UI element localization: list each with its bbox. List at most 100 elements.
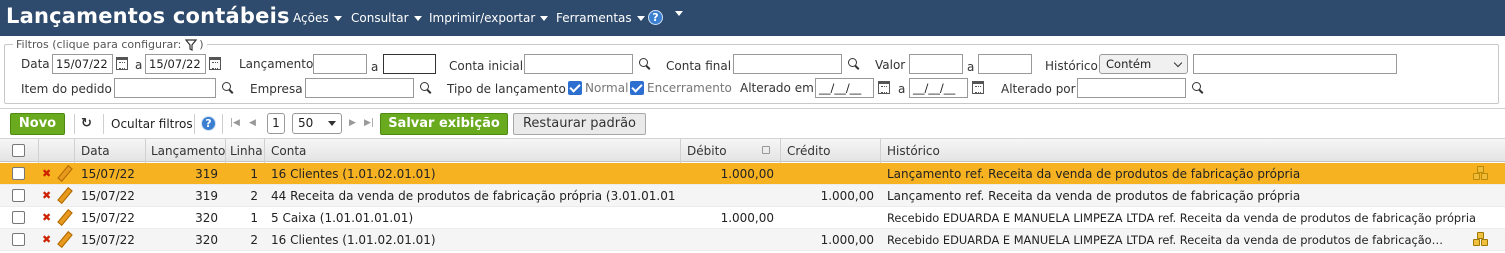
edit-pencil-icon[interactable] — [56, 209, 70, 225]
hide-filters-button[interactable]: Ocultar filtros — [111, 117, 193, 131]
col-header-historico[interactable]: Histórico — [887, 144, 940, 158]
cell-data: 15/07/22 — [81, 189, 135, 203]
cell-debito: 1.000,00 — [720, 167, 774, 181]
data-from-input[interactable]: 15/07/22 — [52, 54, 113, 74]
alterado-por-input[interactable] — [1077, 78, 1186, 98]
refresh-icon[interactable]: ↻ — [81, 116, 92, 131]
column-divider — [145, 139, 146, 163]
menu-ferramentas[interactable]: Ferramentas — [556, 11, 645, 25]
row-checkbox[interactable] — [12, 167, 25, 180]
row-checkbox[interactable] — [12, 233, 25, 246]
attachments-icon[interactable] — [1473, 166, 1489, 181]
table-row[interactable]: ✖ 15/07/22 319 2 44 Receita da venda de … — [0, 185, 1505, 207]
col-header-lancamento[interactable]: Lançamento — [151, 144, 225, 158]
empresa-label: Empresa — [250, 82, 303, 96]
help-menu[interactable]: ? — [648, 10, 663, 25]
historico-mode-select[interactable]: Contém — [1099, 54, 1188, 74]
col-header-conta[interactable]: Conta — [271, 144, 306, 158]
menu-imprimir-exportar[interactable]: Imprimir/exportar — [429, 11, 549, 25]
alterado-em-sep-label: a — [898, 82, 906, 96]
column-divider — [74, 139, 75, 163]
restore-default-button[interactable]: Restaurar padrão — [513, 113, 646, 135]
caret-down-icon — [675, 11, 683, 16]
filters-legend-label: Filtros (clique para configurar: — [16, 38, 182, 51]
search-icon[interactable] — [848, 58, 860, 71]
new-button[interactable]: Novo — [10, 113, 65, 135]
row-checkbox[interactable] — [12, 189, 25, 202]
column-divider — [680, 139, 681, 163]
menu-acoes[interactable]: Ações — [293, 11, 342, 25]
next-page-icon[interactable]: ▶ — [349, 118, 356, 128]
search-icon[interactable] — [420, 82, 432, 95]
cell-data: 15/07/22 — [81, 233, 135, 247]
column-divider — [225, 139, 226, 163]
cell-linha: 1 — [250, 167, 258, 181]
page-size-select[interactable]: 50 — [292, 113, 342, 134]
search-icon[interactable] — [639, 58, 651, 71]
delete-icon[interactable]: ✖ — [42, 189, 51, 202]
filters-legend[interactable]: Filtros (clique para configurar: ) — [13, 38, 207, 51]
search-icon[interactable] — [1192, 82, 1204, 95]
data-to-input[interactable]: 15/07/22 — [145, 54, 206, 74]
row-checkbox[interactable] — [12, 211, 25, 224]
save-view-button[interactable]: Salvar exibição — [380, 113, 508, 135]
empresa-input[interactable] — [305, 78, 414, 98]
edit-pencil-icon[interactable] — [56, 231, 70, 247]
conta-final-input[interactable] — [733, 54, 842, 74]
caret-down-icon — [413, 15, 422, 21]
historico-input[interactable] — [1193, 54, 1397, 74]
col-header-credito[interactable]: Crédito — [787, 144, 830, 158]
valor-label: Valor — [875, 58, 906, 72]
prev-page-icon[interactable]: ◀ — [249, 118, 256, 128]
item-pedido-input[interactable] — [114, 78, 216, 98]
menu-consultar[interactable]: Consultar — [351, 11, 422, 25]
cell-lancamento: 319 — [195, 189, 218, 203]
col-header-data[interactable]: Data — [81, 144, 110, 158]
cell-linha: 2 — [250, 189, 258, 203]
cell-credito: 1.000,00 — [820, 233, 874, 247]
last-page-icon[interactable]: ▶| — [364, 118, 374, 128]
extra-menu[interactable] — [670, 11, 683, 16]
valor-to-input[interactable] — [978, 54, 1032, 74]
edit-pencil-icon[interactable] — [56, 187, 70, 203]
edit-pencil-icon[interactable] — [56, 165, 70, 181]
help-icon[interactable]: ? — [201, 116, 216, 131]
help-icon: ? — [648, 10, 663, 25]
tipo-normal-checkbox[interactable] — [568, 81, 582, 95]
delete-icon[interactable]: ✖ — [42, 233, 51, 246]
page-number-input[interactable]: 1 — [267, 113, 285, 134]
calendar-icon[interactable] — [116, 57, 128, 70]
column-divider — [264, 139, 265, 163]
delete-icon[interactable]: ✖ — [42, 167, 51, 180]
filter-icon — [185, 38, 198, 51]
alterado-em-to-input[interactable]: __/__/__ — [909, 78, 968, 98]
alterado-em-from-input[interactable]: __/__/__ — [815, 78, 874, 98]
table-row[interactable]: ✖ 15/07/22 320 2 16 Clientes (1.01.02.01… — [0, 229, 1505, 251]
sort-icon[interactable] — [762, 146, 770, 154]
lancamento-to-input[interactable] — [383, 54, 436, 74]
tipo-encerramento-checkbox[interactable] — [630, 81, 644, 95]
attachments-icon[interactable] — [1473, 232, 1489, 247]
calendar-icon[interactable] — [209, 57, 221, 70]
column-divider — [780, 139, 781, 163]
valor-from-input[interactable] — [909, 54, 963, 74]
lancamento-from-input[interactable] — [313, 54, 367, 74]
grid-header: Data Lançamento Linha Conta Débito Crédi… — [0, 138, 1505, 163]
first-page-icon[interactable]: |◀ — [230, 118, 240, 128]
alterado-por-label: Alterado por — [1001, 82, 1076, 96]
tipo-lancamento-label: Tipo de lançamento — [447, 82, 566, 96]
col-header-linha[interactable]: Linha — [230, 144, 263, 158]
delete-icon[interactable]: ✖ — [42, 211, 51, 224]
search-icon[interactable] — [222, 82, 234, 95]
calendar-icon[interactable] — [878, 81, 890, 94]
conta-inicial-input[interactable] — [524, 54, 633, 74]
table-row[interactable]: ✖ 15/07/22 320 1 5 Caixa (1.01.01.01.01)… — [0, 207, 1505, 229]
calendar-icon[interactable] — [972, 81, 984, 94]
cell-credito: 1.000,00 — [820, 189, 874, 203]
data-label: Data — [21, 57, 50, 71]
select-all-checkbox[interactable] — [12, 144, 25, 157]
col-header-debito[interactable]: Débito — [687, 144, 727, 158]
toolbar-separator — [194, 114, 195, 134]
cell-lancamento: 320 — [195, 233, 218, 247]
table-row[interactable]: ✖ 15/07/22 319 1 16 Clientes (1.01.02.01… — [0, 163, 1505, 185]
